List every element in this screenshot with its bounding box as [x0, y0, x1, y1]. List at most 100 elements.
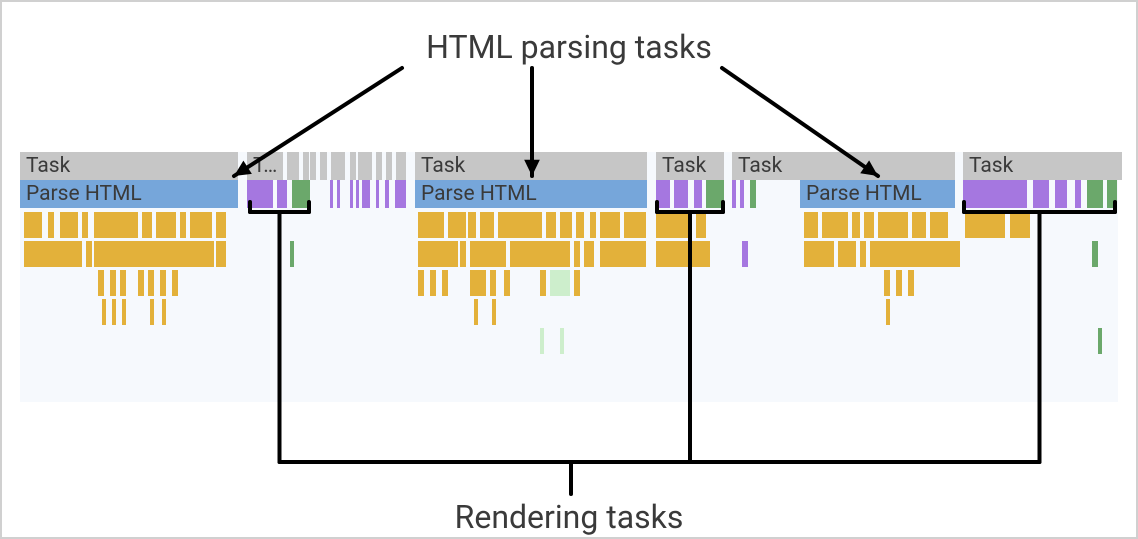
flame-bar [656, 212, 692, 238]
flame-bar [600, 212, 620, 238]
flame-bar [94, 212, 138, 238]
render-segment [376, 180, 406, 208]
render-segment [350, 180, 370, 208]
flame-bar [560, 328, 564, 354]
flame-bar [504, 270, 510, 296]
parse-html-segment: Parse HTML [800, 180, 955, 208]
flame-bar [160, 270, 166, 296]
flame-bar [150, 299, 154, 325]
flame-bar [510, 241, 570, 267]
flame-bar [742, 241, 748, 267]
task-segment [396, 152, 406, 180]
flame-bar [480, 212, 494, 238]
task-segment: Task [656, 152, 724, 180]
render-segment [732, 180, 744, 208]
flame-bar [550, 270, 570, 296]
flame-bar [540, 328, 544, 354]
flame-bar [896, 270, 902, 296]
flame-bar [190, 212, 212, 238]
flame-bar [60, 212, 78, 238]
flame-bar [822, 212, 848, 238]
task-row: TaskT…TaskTaskTaskTask [20, 152, 1118, 180]
task-segment: T… [247, 152, 283, 180]
render-segment [963, 180, 1122, 208]
flame-bar [120, 270, 126, 296]
task-segment [358, 152, 372, 180]
flame-bar [576, 212, 584, 238]
task-segment [303, 152, 309, 180]
flame-bar [216, 212, 226, 238]
flame-bar [574, 270, 580, 296]
flame-bar [122, 299, 126, 325]
task-segment [386, 152, 392, 180]
flame-bar [474, 299, 478, 325]
flame-bar [138, 270, 144, 296]
parse-html-segment: Parse HTML [20, 180, 238, 208]
flame-bar [82, 212, 88, 238]
flame-bar [884, 270, 890, 296]
annotation-label-top: HTML parsing tasks [426, 28, 712, 66]
task-segment: Task [415, 152, 647, 180]
task-segment [350, 152, 356, 180]
flame-bar [804, 212, 818, 238]
render-segment [750, 180, 756, 208]
flame-bar [110, 270, 116, 296]
flame-bar [804, 241, 834, 267]
task-segment [331, 152, 345, 180]
flame-bar [112, 299, 116, 325]
flame-bar [1098, 328, 1102, 354]
flame-bar [94, 241, 214, 267]
flame-bar [574, 241, 580, 267]
flame-bar [460, 241, 466, 267]
flame-bar [418, 241, 458, 267]
flame-bar [546, 212, 556, 238]
flame-chart [20, 212, 1118, 402]
task-segment: Task [963, 152, 1122, 180]
flame-bar [490, 270, 496, 296]
flame-bar [470, 241, 506, 267]
flame-bar [886, 299, 890, 325]
flame-bar [430, 270, 436, 296]
flame-bar [560, 212, 572, 238]
profiler-panel: TaskT…TaskTaskTaskTask Parse HTMLParse H… [20, 152, 1118, 402]
flame-bar [48, 212, 54, 238]
flame-bar [965, 212, 1005, 238]
task-segment: Task [732, 152, 955, 180]
flame-bar [492, 299, 496, 325]
flame-bar [696, 212, 706, 238]
parse-row: Parse HTMLParse HTMLParse HTML [20, 180, 1118, 208]
task-segment [320, 152, 327, 180]
task-segment [287, 152, 299, 180]
flame-bar [180, 212, 186, 238]
flame-bar [590, 212, 596, 238]
task-segment: Task [20, 152, 238, 180]
render-segment [247, 180, 310, 208]
flame-bar [86, 241, 92, 267]
task-segment [310, 152, 316, 180]
flame-bar [852, 212, 860, 238]
flame-bar [498, 212, 542, 238]
flame-bar [600, 241, 646, 267]
render-segment [330, 180, 340, 208]
flame-bar [418, 212, 444, 238]
flame-bar [162, 299, 166, 325]
flame-bar [98, 270, 104, 296]
flame-bar [864, 212, 874, 238]
flame-bar [24, 241, 82, 267]
flame-bar [156, 212, 176, 238]
flame-bar [878, 212, 908, 238]
flame-bar [860, 241, 866, 267]
flame-bar [216, 241, 226, 267]
task-segment [376, 152, 382, 180]
flame-bar [148, 270, 154, 296]
flame-bar [172, 270, 178, 296]
flame-bar [418, 270, 424, 296]
flame-bar [624, 212, 646, 238]
flame-bar [24, 212, 42, 238]
flame-bar [584, 241, 594, 267]
flame-bar [142, 212, 152, 238]
flame-bar [912, 212, 926, 238]
flame-bar [448, 212, 466, 238]
flame-bar [290, 241, 294, 267]
flame-bar [908, 270, 914, 296]
